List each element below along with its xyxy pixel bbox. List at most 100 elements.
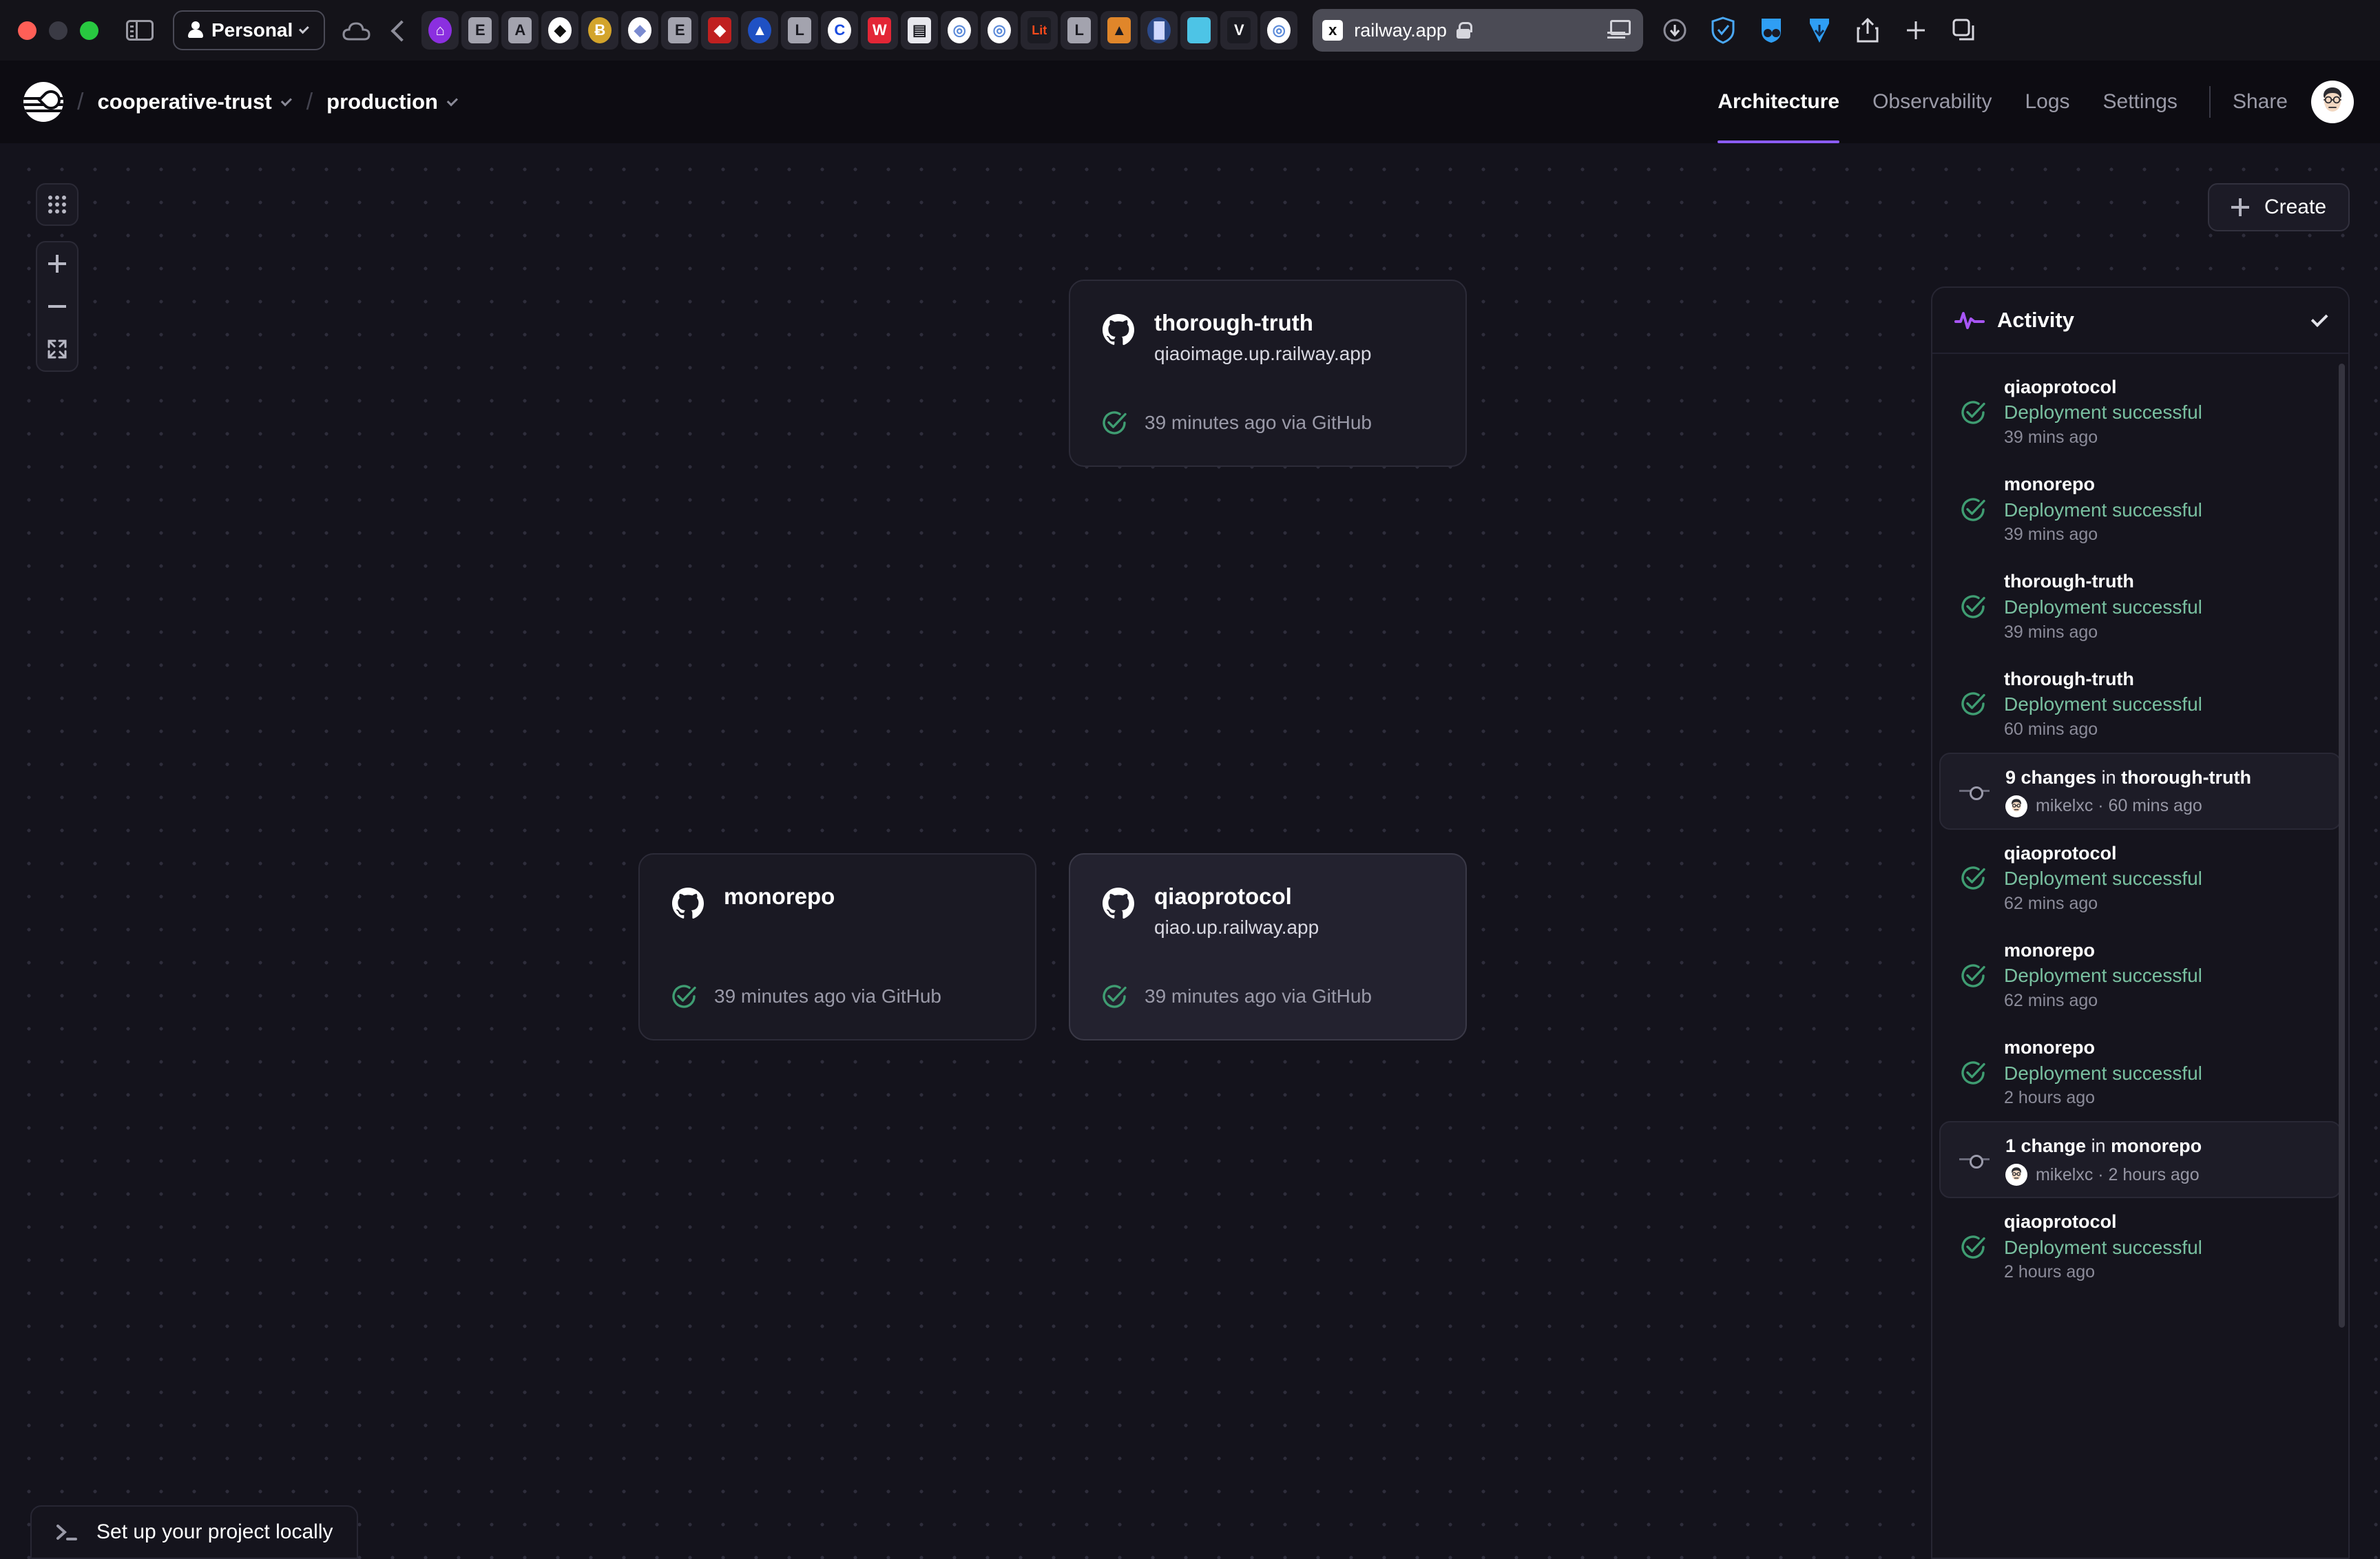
create-button[interactable]: Create bbox=[2207, 183, 2350, 231]
activity-list[interactable]: qiaoprotocol Deployment successful 39 mins… bbox=[1932, 354, 2348, 1558]
address-bar[interactable]: x railway.app bbox=[1313, 9, 1644, 52]
activity-item-deploy[interactable]: monorepo Deployment successful 2 hours ago bbox=[1939, 1024, 2341, 1121]
activity-time: 39 mins ago bbox=[2004, 622, 2098, 642]
activity-item-deploy[interactable]: monorepo Deployment successful 39 mins ago bbox=[1939, 461, 2341, 558]
tab-favicon-a1[interactable]: A bbox=[501, 11, 539, 50]
sidebar-toggle-icon[interactable] bbox=[126, 20, 154, 41]
browser-actions bbox=[1661, 17, 1978, 44]
service-node-monorepo[interactable]: monorepo 39 minutes ago via GitHub bbox=[638, 853, 1036, 1040]
tab-favicon-md[interactable]: ▤ bbox=[901, 11, 939, 50]
activity-status: Deployment successful bbox=[2004, 1062, 2202, 1084]
zoom-in-button[interactable] bbox=[36, 242, 79, 285]
profile-button[interactable]: Personal bbox=[173, 10, 326, 50]
grid-toggle-button[interactable] bbox=[36, 183, 79, 226]
tab-favicon-unstoppable[interactable]: ⌂ bbox=[421, 11, 459, 50]
activity-item-deploy[interactable]: qiaoprotocol Deployment successful 62 mins… bbox=[1939, 830, 2341, 927]
railway-logo[interactable] bbox=[23, 82, 63, 122]
service-identity: monorepo bbox=[724, 883, 835, 910]
profile-label: Personal bbox=[211, 19, 293, 41]
tab-overview-icon[interactable] bbox=[1950, 17, 1978, 44]
service-identity: thorough-truth qiaoimage.up.railway.app bbox=[1154, 310, 1371, 366]
icloud-icon[interactable] bbox=[342, 18, 372, 43]
tab-favicon-eth-dark[interactable]: ◆ bbox=[541, 11, 579, 50]
setup-project-button[interactable]: Set up your project locally bbox=[30, 1505, 358, 1559]
tab-favicon-vercel[interactable]: ▲ bbox=[1100, 11, 1138, 50]
tab-favicon-l1[interactable]: L bbox=[781, 11, 819, 50]
tab-favicon-l2[interactable]: L bbox=[1061, 11, 1098, 50]
tab-favicon-lit[interactable]: Lit bbox=[1021, 11, 1058, 50]
tab-favicon-e2-glyph: E bbox=[668, 17, 692, 43]
extension-icon[interactable] bbox=[1757, 17, 1785, 44]
tab-favicon-e1[interactable]: E bbox=[461, 11, 499, 50]
activity-service-name: thorough-truth bbox=[2004, 571, 2134, 592]
nav-divider bbox=[2209, 86, 2211, 118]
back-button[interactable] bbox=[391, 19, 404, 42]
service-name: thorough-truth bbox=[1154, 310, 1313, 335]
check-circle-icon bbox=[1957, 962, 1989, 990]
tab-architecture[interactable]: Architecture bbox=[1701, 61, 1856, 143]
tab-favicon-poly[interactable]: ◆ bbox=[701, 11, 739, 50]
service-node-thorough-truth[interactable]: thorough-truth qiaoimage.up.railway.app 39… bbox=[1069, 280, 1467, 467]
activity-item-deploy[interactable]: qiaoprotocol Deployment successful 39 mins… bbox=[1939, 364, 2341, 461]
activity-item-commit[interactable]: 1 change in monorepo mikelxc · 2 hours ag… bbox=[1939, 1121, 2341, 1199]
activity-commit-service: monorepo bbox=[2111, 1136, 2202, 1157]
activity-item-deploy[interactable]: thorough-truth Deployment successful 39 mi… bbox=[1939, 558, 2341, 655]
activity-commit-author-time: mikelxc · 60 mins ago bbox=[2036, 796, 2202, 816]
share-button[interactable]: Share bbox=[2226, 61, 2295, 143]
tab-favicon-chart[interactable]: █ bbox=[1140, 11, 1178, 50]
breadcrumb-project[interactable]: cooperative-trust bbox=[97, 90, 292, 114]
tab-favicon-e2[interactable]: E bbox=[661, 11, 699, 50]
activity-commit-author-time: mikelxc · 2 hours ago bbox=[2036, 1164, 2200, 1184]
close-window-button[interactable] bbox=[18, 21, 36, 40]
maximize-window-button[interactable] bbox=[80, 21, 98, 40]
check-circle-icon bbox=[1957, 1059, 1989, 1087]
share-icon[interactable] bbox=[1854, 17, 1881, 44]
tab-favicon-ethereum-glyph: ◆ bbox=[628, 17, 652, 43]
fit-to-screen-button[interactable] bbox=[36, 328, 79, 370]
downloads-icon[interactable] bbox=[1661, 17, 1689, 44]
activity-item-commit[interactable]: 9 changes in thorough-truth mikelxc · 60 … bbox=[1939, 752, 2341, 830]
tab-logs[interactable]: Logs bbox=[2008, 61, 2086, 143]
service-node-qiaoprotocol[interactable]: qiaoprotocol qiao.up.railway.app 39 minute… bbox=[1069, 853, 1467, 1040]
activity-scrollbar[interactable] bbox=[2339, 364, 2345, 1328]
activity-item-deploy[interactable]: qiaoprotocol Deployment successful 2 hours… bbox=[1939, 1198, 2341, 1295]
service-deploy-text: 39 minutes ago via GitHub bbox=[1145, 985, 1372, 1007]
tab-observability[interactable]: Observability bbox=[1856, 61, 2008, 143]
tab-favicon-ens1[interactable]: ◎ bbox=[941, 11, 979, 50]
zoom-out-button[interactable] bbox=[36, 285, 79, 328]
service-domain[interactable]: qiaoimage.up.railway.app bbox=[1154, 342, 1371, 366]
minimize-window-button[interactable] bbox=[49, 21, 67, 40]
activity-item-deploy[interactable]: thorough-truth Deployment successful 60 mi… bbox=[1939, 656, 2341, 753]
service-domain[interactable]: qiao.up.railway.app bbox=[1154, 916, 1319, 939]
tab-favicon-circle[interactable]: C bbox=[821, 11, 859, 50]
site-favicon: x bbox=[1322, 20, 1344, 41]
activity-item-body: monorepo Deployment successful 62 mins ago bbox=[2004, 938, 2324, 1013]
app-header: / cooperative-trust / production Archite… bbox=[0, 61, 2380, 143]
activity-item-deploy[interactable]: monorepo Deployment successful 62 mins ago bbox=[1939, 927, 2341, 1024]
activity-service-name: qiaoprotocol bbox=[2004, 1211, 2117, 1233]
tab-favicon-bitcoin[interactable]: Ƀ bbox=[581, 11, 619, 50]
activity-panel-header[interactable]: Activity bbox=[1932, 288, 2348, 354]
activity-time: 60 mins ago bbox=[2004, 719, 2098, 739]
check-circle-icon bbox=[1957, 496, 1989, 523]
activity-commit-joiner: in bbox=[2091, 1136, 2106, 1157]
brave-shield-icon[interactable] bbox=[1709, 17, 1737, 44]
extension-download-icon[interactable] bbox=[1806, 17, 1833, 44]
architecture-canvas[interactable]: Create thorough-truth qiaoimage.up.railwa… bbox=[0, 143, 2380, 1559]
tab-favicon-ens3[interactable]: ◎ bbox=[1260, 11, 1298, 50]
chevron-down-icon[interactable] bbox=[2310, 309, 2328, 327]
new-tab-button[interactable] bbox=[1902, 17, 1930, 44]
activity-status: Deployment successful bbox=[2004, 1236, 2202, 1258]
service-name: monorepo bbox=[724, 883, 835, 909]
reader-view-icon[interactable] bbox=[1607, 20, 1631, 41]
tab-favicon-ethereum[interactable]: ◆ bbox=[621, 11, 659, 50]
tab-favicon-cyan[interactable] bbox=[1180, 11, 1218, 50]
breadcrumb-environment[interactable]: production bbox=[326, 90, 459, 114]
tab-favicon-arbitrum[interactable]: ▲ bbox=[741, 11, 779, 50]
tab-favicon-v[interactable]: V bbox=[1220, 11, 1258, 50]
avatar[interactable] bbox=[2311, 81, 2354, 123]
tab-favicon-ens2[interactable]: ◎ bbox=[981, 11, 1019, 50]
tab-settings[interactable]: Settings bbox=[2087, 61, 2194, 143]
tab-favicon-w[interactable]: W bbox=[861, 11, 899, 50]
activity-service-name: monorepo bbox=[2004, 939, 2095, 961]
